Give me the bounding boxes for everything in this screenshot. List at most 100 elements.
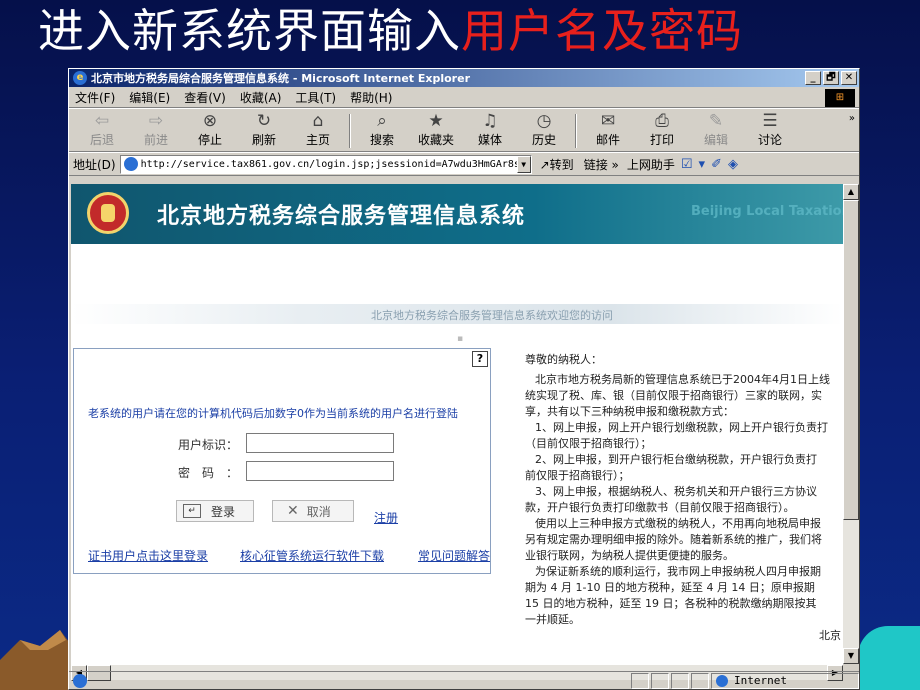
goto-label: 转到	[549, 157, 574, 172]
home-icon: ⌂	[312, 111, 324, 131]
favorites-button[interactable]: ★ 收藏夹	[409, 111, 463, 148]
certificate-login-link[interactable]: 证书用户点击这里登录	[88, 547, 208, 564]
helper-check-icon[interactable]: ☑	[681, 157, 693, 172]
faq-link[interactable]: 常见问题解答	[418, 547, 490, 564]
refresh-icon: ↻	[256, 111, 272, 131]
welcome-text: 北京地方税务综合服务管理信息系统欢迎您的访问	[371, 309, 613, 322]
toolbar: ⇦ 后退 ⇨ 前进 ⊗ 停止 ↻ 刷新 ⌂ 主页 ⌕ 搜索 ★ 收藏夹 ♫ 媒体 ◷ 历史 ✉ 邮件…	[69, 108, 859, 152]
helper-pen-icon[interactable]: ✐	[711, 157, 722, 172]
cancel-button[interactable]: ✕ 取消	[272, 500, 354, 522]
status-bar: Internet	[69, 671, 859, 689]
slide-title: 进入新系统界面输入用户名及密码	[38, 0, 743, 66]
user-id-input[interactable]	[246, 433, 394, 453]
scroll-up-icon[interactable]: ▲	[843, 184, 859, 200]
notice-line: 业银行联网，为纳税人提供更便捷的服务。	[525, 549, 734, 562]
software-download-link[interactable]: 核心征管系统运行软件下载	[240, 547, 384, 564]
mail-label: 邮件	[595, 133, 620, 147]
links-button[interactable]: 链接 »	[584, 156, 619, 173]
windows-logo-icon: ⊞	[825, 89, 855, 107]
notice-signature: 北京	[819, 629, 841, 642]
search-button[interactable]: ⌕ 搜索	[355, 111, 409, 148]
print-icon: ⎙	[655, 111, 669, 131]
status-page-icon	[73, 673, 87, 688]
helper-dropdown-icon[interactable]: ▾	[699, 157, 706, 172]
media-label: 媒体	[477, 133, 502, 147]
address-label: 地址(D)	[73, 157, 116, 172]
toolbar-separator	[575, 114, 577, 148]
search-label: 搜索	[369, 133, 394, 147]
address-input[interactable]: http://service.tax861.gov.cn/login.jsp;j…	[119, 154, 532, 174]
register-link[interactable]: 注册	[374, 509, 398, 526]
discuss-button[interactable]: ☰ 讨论	[743, 111, 797, 148]
ie-logo-icon: e	[73, 71, 87, 85]
mail-icon: ✉	[600, 111, 616, 131]
notice-line: 前仅限于招商银行）；	[525, 469, 630, 482]
history-label: 历史	[531, 133, 556, 147]
cancel-button-label: 取消	[306, 504, 331, 519]
help-icon[interactable]: ?	[472, 351, 488, 367]
notice-line: 款，开户银行负责打印缴款书（目前仅限于招商银行）。	[525, 501, 795, 514]
vertical-scrollbar[interactable]: ▲ ▼	[843, 184, 859, 664]
helper-button[interactable]: 上网助手	[627, 156, 675, 173]
discuss-icon: ☰	[762, 111, 778, 131]
media-button[interactable]: ♫ 媒体	[463, 111, 517, 148]
address-url[interactable]: http://service.tax861.gov.cn/login.jsp;j…	[141, 159, 517, 170]
login-button[interactable]: ↵ 登录	[176, 500, 254, 522]
cancel-x-icon: ✕	[287, 503, 299, 519]
edit-icon: ✎	[708, 111, 724, 131]
menu-help[interactable]: 帮助(H)	[350, 89, 392, 106]
site-banner: 北京地方税务综合服务管理信息系统 Beijing Local Taxation	[71, 184, 851, 244]
toolbar-overflow-icon[interactable]: »	[849, 113, 855, 124]
login-icon: ↵	[183, 504, 201, 518]
menu-favorites[interactable]: 收藏(A)	[240, 89, 282, 106]
notice-line: （目前仅限于招商银行）；	[525, 437, 652, 450]
menu-tools[interactable]: 工具(T)	[295, 89, 336, 106]
helper-shield-icon[interactable]: ◈	[728, 157, 738, 172]
scroll-thumb[interactable]	[843, 200, 859, 520]
forward-button[interactable]: ⇨ 前进	[129, 111, 183, 148]
print-label: 打印	[649, 133, 674, 147]
status-cell	[651, 672, 669, 689]
mail-button[interactable]: ✉ 邮件	[581, 111, 635, 148]
status-cell	[631, 672, 649, 689]
back-label: 后退	[89, 133, 114, 147]
menu-file[interactable]: 文件(F)	[75, 89, 115, 106]
back-button[interactable]: ⇦ 后退	[75, 111, 129, 148]
notice-line: 2、网上申报，到开户银行柜台缴纳税款，开户银行负责打	[535, 453, 817, 466]
notice-salutation: 尊敬的纳税人：	[525, 353, 602, 366]
address-dropdown-icon[interactable]: ▼	[516, 155, 531, 173]
edit-button[interactable]: ✎ 编辑	[689, 111, 743, 148]
tax-emblem-icon	[87, 192, 129, 234]
stop-label: 停止	[197, 133, 222, 147]
menu-edit[interactable]: 编辑(E)	[129, 89, 170, 106]
discuss-label: 讨论	[757, 133, 782, 147]
window-title: 北京市地方税务局综合服务管理信息系统 - Microsoft Internet …	[91, 72, 470, 85]
password-label: 密码：	[178, 466, 251, 480]
slide-title-white: 进入新系统界面输入	[38, 4, 461, 58]
goto-button[interactable]: ↗转到	[540, 156, 574, 173]
status-cell	[671, 672, 689, 689]
welcome-strip: 北京地方税务综合服务管理信息系统欢迎您的访问	[71, 304, 843, 324]
toolbar-separator	[349, 114, 351, 148]
banner-title: 北京地方税务综合服务管理信息系统	[157, 204, 526, 229]
menu-view[interactable]: 查看(V)	[184, 89, 226, 106]
teal-decoration	[858, 626, 920, 690]
refresh-button[interactable]: ↻ 刷新	[237, 111, 291, 148]
banner-english: Beijing Local Taxation	[691, 204, 851, 219]
scroll-down-icon[interactable]: ▼	[843, 648, 859, 664]
zone-label: Internet	[734, 674, 787, 687]
maximize-button[interactable]: 🗗	[823, 71, 839, 85]
notice-line: 为保证新系统的顺利运行，我市网上申报纳税人四月申报期	[535, 565, 821, 578]
close-button[interactable]: ✕	[841, 71, 857, 85]
stop-button[interactable]: ⊗ 停止	[183, 111, 237, 148]
print-button[interactable]: ⎙ 打印	[635, 111, 689, 148]
minimize-button[interactable]: _	[805, 71, 821, 85]
window-titlebar[interactable]: e 北京市地方税务局综合服务管理信息系统 - Microsoft Interne…	[69, 69, 859, 87]
password-input[interactable]	[246, 461, 394, 481]
history-button[interactable]: ◷ 历史	[517, 111, 571, 148]
user-id-label: 用户标识：	[178, 438, 239, 452]
spacer-dot: ▪	[457, 334, 464, 344]
notice-line: 15 日的地方税种，延至 19 日；各税种的税款缴纳期限按其	[525, 597, 817, 610]
home-button[interactable]: ⌂ 主页	[291, 111, 345, 148]
globe-icon	[716, 674, 728, 687]
